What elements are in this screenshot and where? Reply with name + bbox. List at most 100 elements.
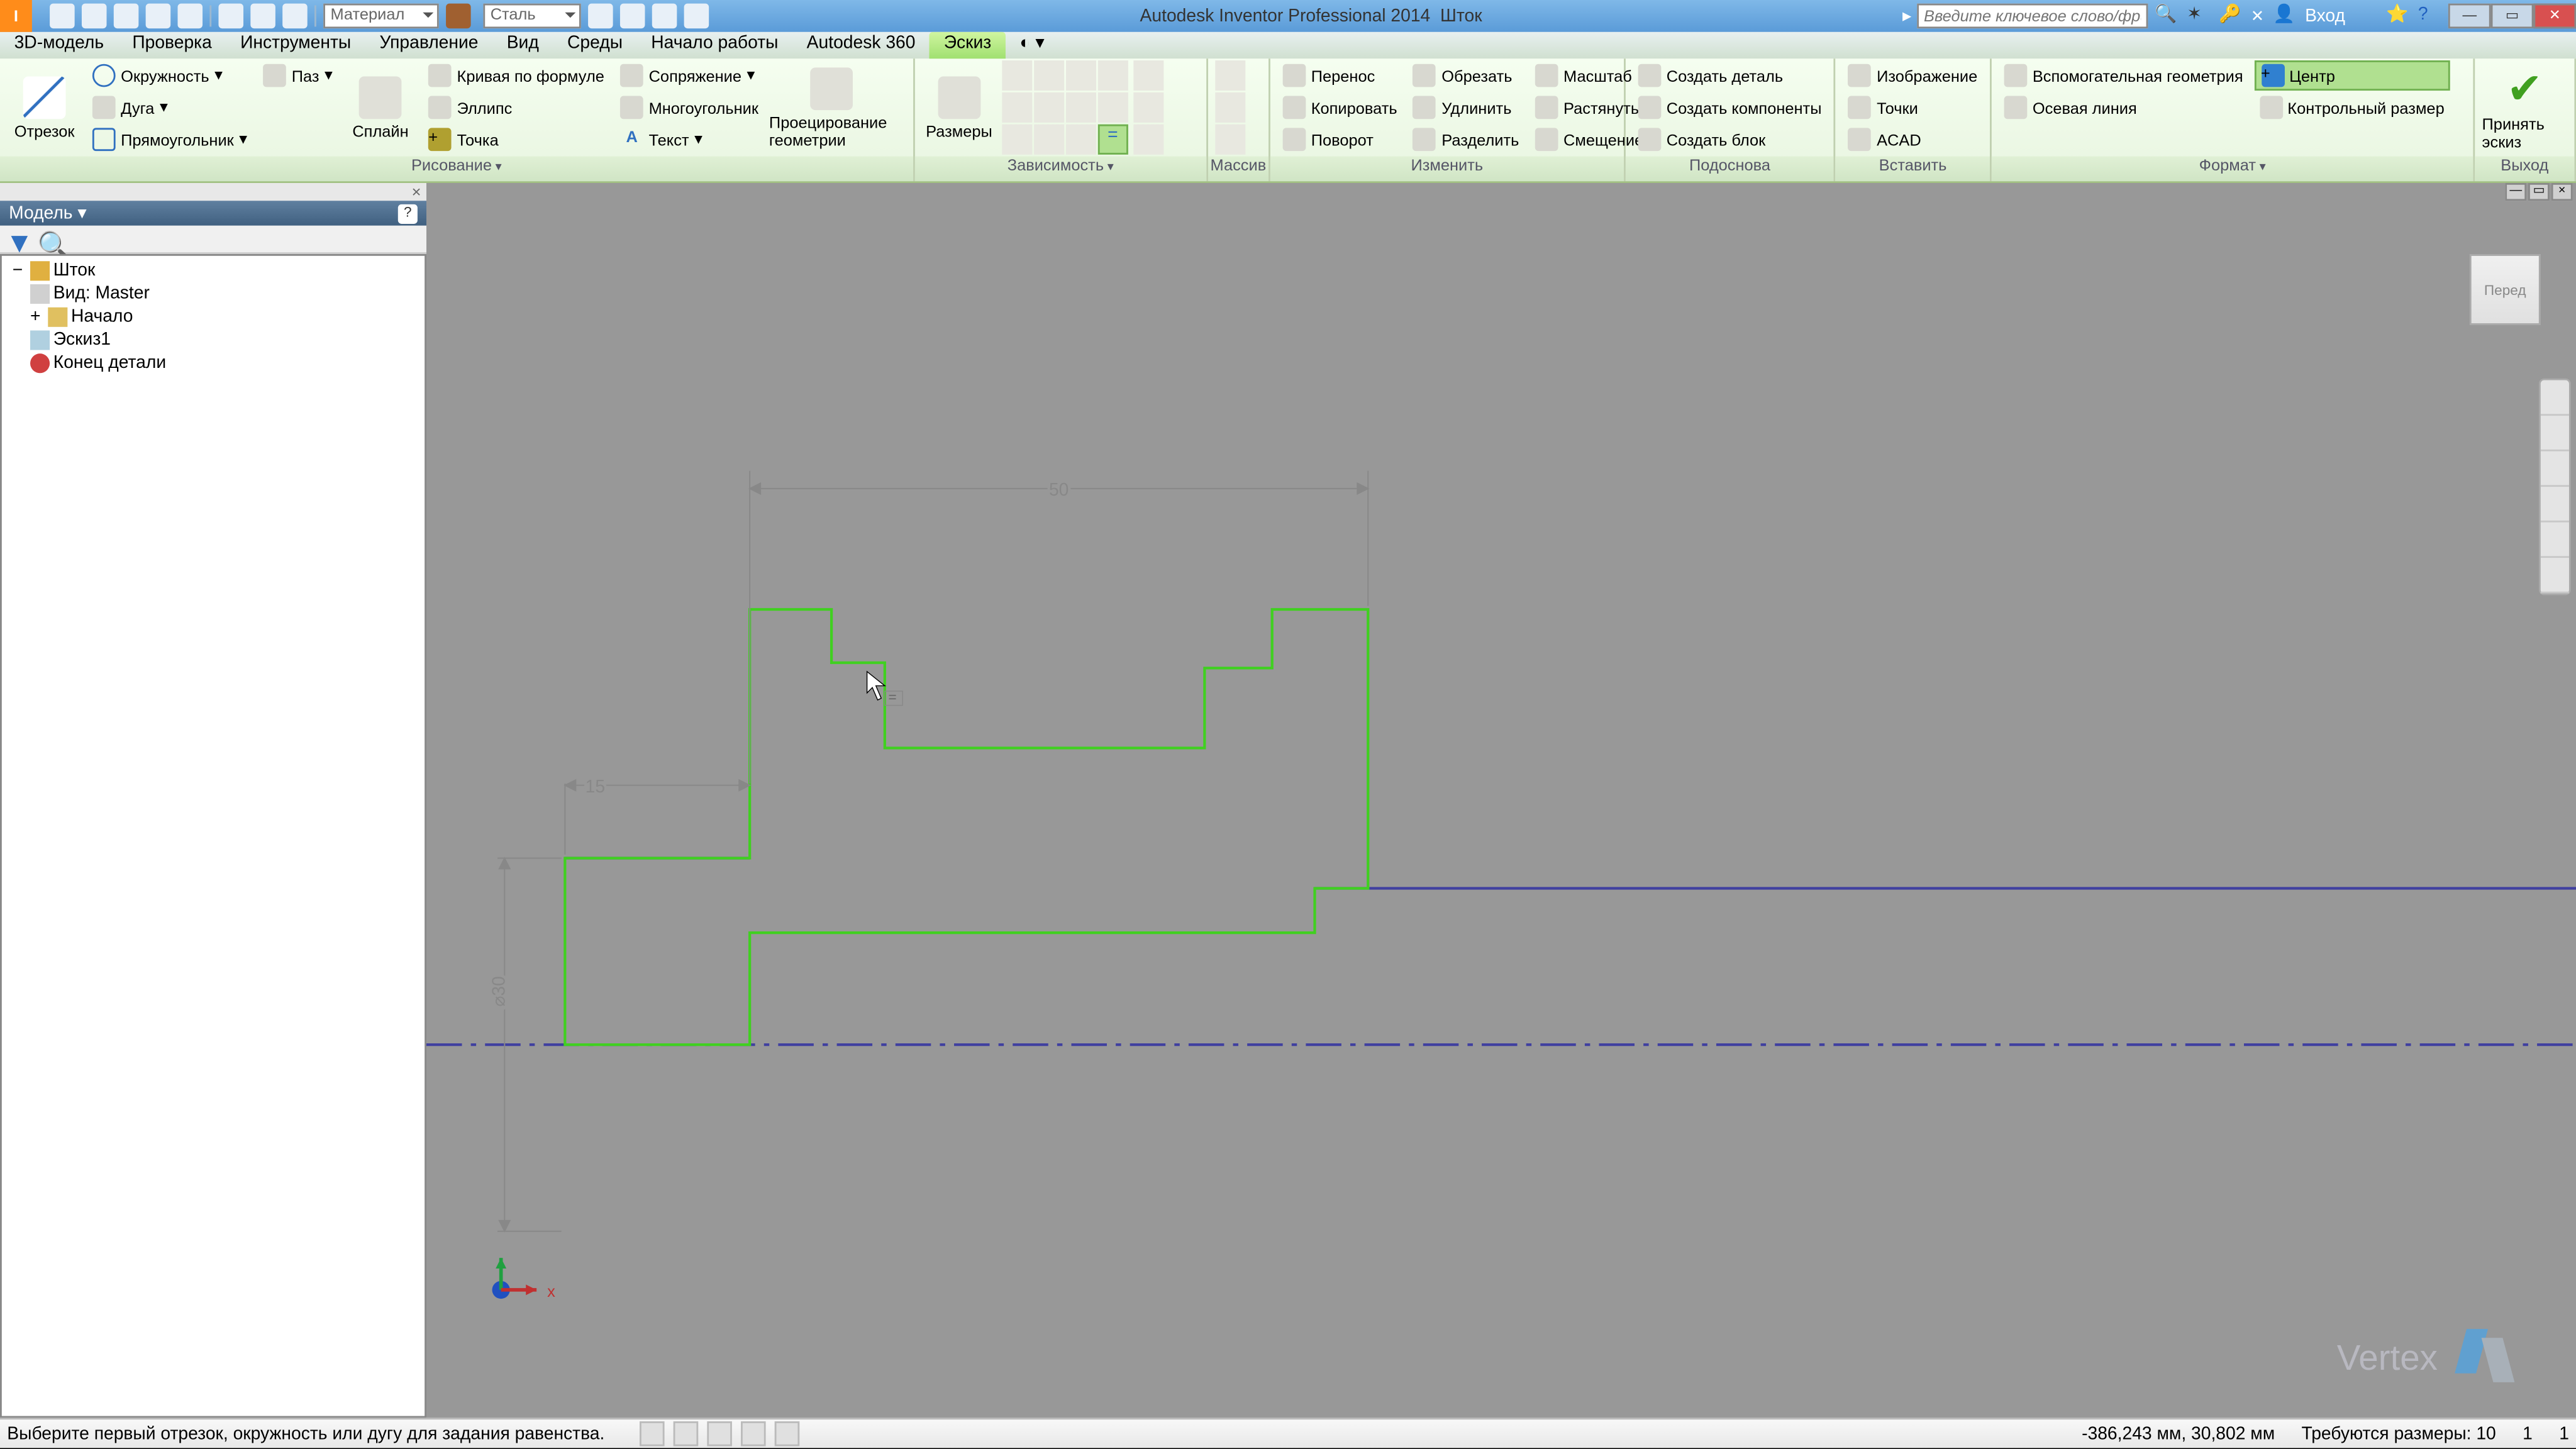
ellipse-button[interactable]: Эллипс xyxy=(423,92,610,123)
browser-close-icon[interactable]: × xyxy=(0,183,426,201)
tab-3dmodel[interactable]: 3D-модель xyxy=(0,32,118,58)
qat-param-icon[interactable] xyxy=(282,4,308,29)
rectangle-button[interactable]: Прямоугольник ▾ xyxy=(87,125,252,155)
split-button[interactable]: Разделить xyxy=(1408,125,1524,155)
construction-button[interactable]: Вспомогательная геометрия xyxy=(1999,60,2248,91)
minimize-button[interactable]: — xyxy=(2448,4,2491,29)
maximize-button[interactable]: ▭ xyxy=(2491,4,2534,29)
points-button[interactable]: Точки xyxy=(1843,92,1982,123)
make-components-button[interactable]: Создать компоненты xyxy=(1633,92,1827,123)
sym-constraint-icon[interactable] xyxy=(1034,125,1064,155)
qat-undo-icon[interactable] xyxy=(146,4,171,29)
centerpoint-button[interactable]: +Центр xyxy=(2254,60,2450,91)
status-snap-icon[interactable] xyxy=(640,1421,665,1446)
project-geometry-button[interactable]: Проецирование геометрии xyxy=(769,60,894,155)
rotate-button[interactable]: Поворот xyxy=(1277,125,1402,155)
circ-pattern-icon[interactable] xyxy=(1215,92,1245,123)
colinear-constraint-icon[interactable] xyxy=(1097,92,1128,123)
tree-end-of-part[interactable]: Конец детали xyxy=(5,352,421,375)
rect-pattern-icon[interactable] xyxy=(1215,60,1245,91)
qat-e3-icon[interactable] xyxy=(684,4,709,29)
slot-button[interactable]: Паз ▾ xyxy=(258,60,338,91)
status-grid-icon[interactable] xyxy=(674,1421,699,1446)
constraint-settings-icon[interactable] xyxy=(1133,125,1163,155)
extend-button[interactable]: Удлинить xyxy=(1408,92,1524,123)
trim-button[interactable]: Обрезать xyxy=(1408,60,1524,91)
perp-constraint-icon[interactable] xyxy=(1002,92,1032,123)
equation-curve-button[interactable]: Кривая по формуле xyxy=(423,60,610,91)
exchange-icon[interactable]: ✕ xyxy=(2251,6,2264,26)
parallel-constraint-icon[interactable] xyxy=(1034,92,1064,123)
image-button[interactable]: Изображение xyxy=(1843,60,1982,91)
qat-new-icon[interactable] xyxy=(50,4,75,29)
user-icon[interactable]: 👤 xyxy=(2273,4,2296,28)
tab-inspect[interactable]: Проверка xyxy=(118,32,226,58)
app-icon[interactable]: I xyxy=(0,0,32,32)
copy-button[interactable]: Копировать xyxy=(1277,92,1402,123)
material-dropdown[interactable]: Материал xyxy=(323,4,439,29)
dimension-button[interactable]: Размеры xyxy=(922,60,997,155)
show-constraints-icon[interactable] xyxy=(1133,60,1163,91)
qat-appearance-icon[interactable] xyxy=(446,4,471,29)
tab-autodesk360[interactable]: Autodesk 360 xyxy=(792,32,930,58)
browser-header[interactable]: Модель ▾? xyxy=(0,201,426,226)
status-show-icon[interactable] xyxy=(741,1421,767,1446)
tree-root[interactable]: −Шток xyxy=(5,259,421,282)
tab-manage[interactable]: Управление xyxy=(365,32,492,58)
close-button[interactable]: ✕ xyxy=(2533,4,2576,29)
tab-tools[interactable]: Инструменты xyxy=(226,32,365,58)
equal-constraint-icon[interactable]: = xyxy=(1097,125,1128,155)
centerline-button[interactable]: Осевая линия xyxy=(1999,92,2248,123)
search-tree-icon[interactable]: 🔍 xyxy=(37,228,58,250)
browser-help-icon[interactable]: ? xyxy=(398,203,418,223)
filter-icon[interactable]: ▼ xyxy=(5,228,26,250)
infocenter-search-icon[interactable]: 🔍 xyxy=(2155,4,2178,28)
qat-select-icon[interactable] xyxy=(218,4,243,29)
status-slice-icon[interactable] xyxy=(708,1421,733,1446)
key-icon[interactable]: 🔑 xyxy=(2219,4,2242,28)
signin-button[interactable]: Вход xyxy=(2305,6,2345,26)
qat-redo-icon[interactable] xyxy=(178,4,203,29)
vert-constraint-icon[interactable] xyxy=(1034,60,1064,91)
tab-appearance-toggle[interactable]: ◐ ▾ xyxy=(1006,32,1058,58)
search-input[interactable] xyxy=(1917,4,2148,29)
tree-origin[interactable]: +Начало xyxy=(5,306,421,329)
qat-open-icon[interactable] xyxy=(82,4,107,29)
favorite-icon[interactable]: ⭐ xyxy=(2386,4,2409,28)
create-block-button[interactable]: Создать блок xyxy=(1633,125,1827,155)
status-opt-icon[interactable] xyxy=(775,1421,801,1446)
make-part-button[interactable]: Создать деталь xyxy=(1633,60,1827,91)
spline-button[interactable]: Сплайн xyxy=(343,60,418,155)
move-button[interactable]: Перенос xyxy=(1277,60,1402,91)
fillet-button[interactable]: Сопряжение ▾ xyxy=(615,60,764,91)
tang-constraint-icon[interactable] xyxy=(1097,60,1128,91)
panel-format-title[interactable]: Формат xyxy=(1992,157,2473,182)
coinc-constraint-icon[interactable] xyxy=(1065,60,1096,91)
qat-update-icon[interactable] xyxy=(250,4,275,29)
arc-button[interactable]: Дуга ▾ xyxy=(87,92,252,123)
tab-getstarted[interactable]: Начало работы xyxy=(637,32,792,58)
sketch-profile[interactable] xyxy=(565,609,1368,1045)
tree-view[interactable]: Вид: Master xyxy=(5,282,421,306)
conc-constraint-icon[interactable] xyxy=(1065,92,1096,123)
finish-sketch-button[interactable]: ✔Принять эскиз xyxy=(2482,60,2568,155)
tab-environments[interactable]: Среды xyxy=(553,32,636,58)
sketch-canvas[interactable]: — ▭ × Перед xyxy=(426,183,2576,1418)
polygon-button[interactable]: Многоугольник xyxy=(615,92,764,123)
panel-draw-title[interactable]: Рисование xyxy=(0,157,913,182)
mirror-icon[interactable] xyxy=(1215,125,1245,155)
horiz-constraint-icon[interactable] xyxy=(1002,60,1032,91)
driven-dimension-button[interactable]: Контрольный размер xyxy=(2254,92,2450,123)
tab-sketch[interactable]: Эскиз xyxy=(930,32,1006,58)
qat-e1-icon[interactable] xyxy=(588,4,613,29)
tab-view[interactable]: Вид xyxy=(492,32,553,58)
line-button[interactable]: Отрезок xyxy=(7,60,82,155)
appearance-dropdown[interactable]: Сталь xyxy=(483,4,580,29)
circle-button[interactable]: Окружность ▾ xyxy=(87,60,252,91)
qat-save-icon[interactable] xyxy=(114,4,139,29)
fix-constraint-icon[interactable] xyxy=(1065,125,1096,155)
smooth-constraint-icon[interactable] xyxy=(1002,125,1032,155)
acad-button[interactable]: ACAD xyxy=(1843,125,1982,155)
panel-constrain-title[interactable]: Зависимость xyxy=(914,157,1206,182)
qat-e2-icon[interactable] xyxy=(620,4,645,29)
